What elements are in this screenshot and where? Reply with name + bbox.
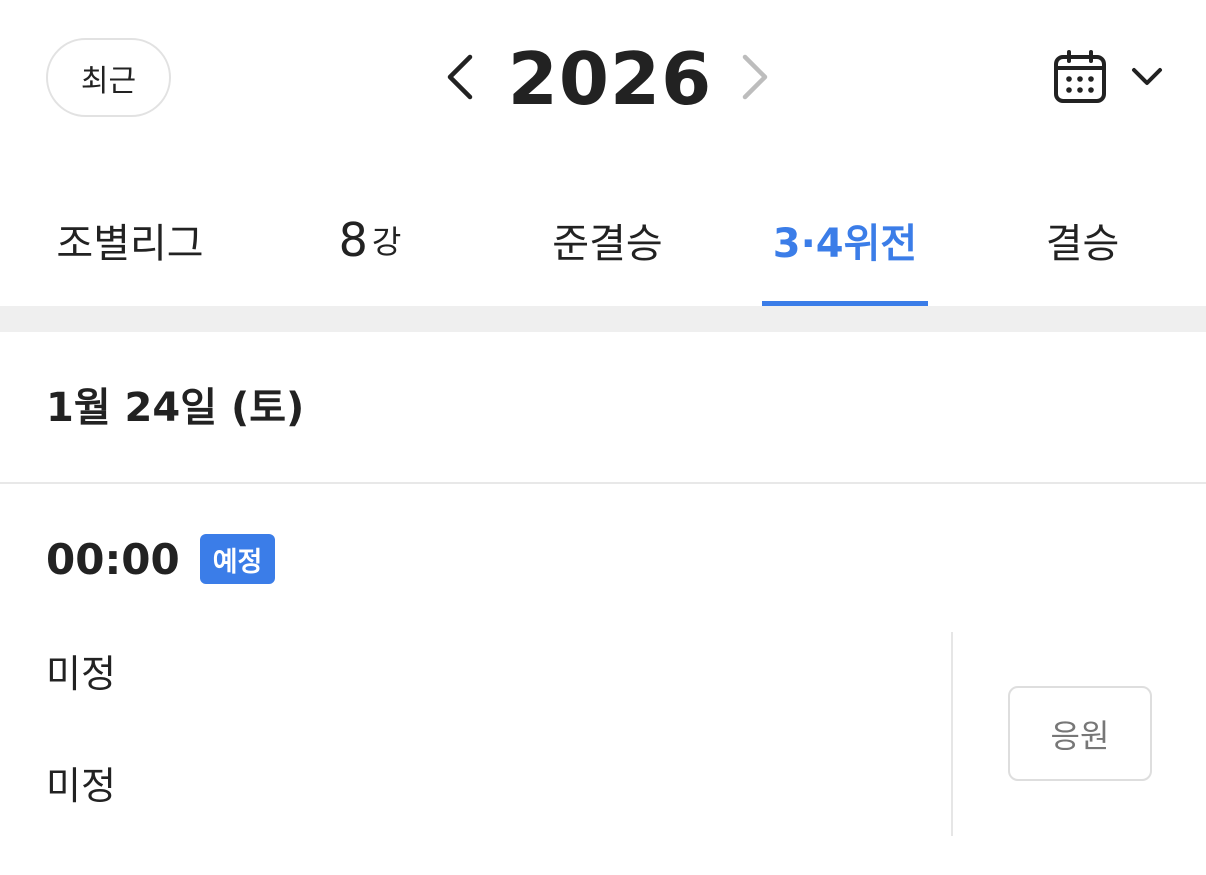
- date-divider: [0, 482, 1206, 484]
- tab-label: 3·4위전: [772, 221, 918, 267]
- app-root: 최근 2026 조별리그 8 강 준결승 3·4위전 결승 1월 24일 (토)…: [0, 0, 1206, 875]
- match-time: 00:00: [46, 534, 180, 584]
- round-tabs: 조별리그 8강 준결승 3·4위전 결승: [0, 180, 1206, 308]
- year-navigator: 2026: [430, 30, 790, 125]
- tab-label-suffix: 강: [371, 223, 402, 261]
- header: 최근 2026: [0, 0, 1206, 155]
- chevron-left-icon: [447, 54, 473, 100]
- cheer-button[interactable]: 응원: [1008, 686, 1152, 781]
- recent-button[interactable]: 최근: [46, 38, 171, 117]
- status-badge: 예정: [199, 534, 276, 584]
- date-header: 1월 24일 (토): [46, 385, 305, 431]
- recent-label: 최근: [80, 63, 137, 99]
- team-home: 미정: [46, 652, 116, 696]
- tab-final[interactable]: 결승: [1025, 180, 1140, 300]
- chevron-down-icon: [1132, 68, 1162, 85]
- calendar-icon: [1054, 50, 1106, 103]
- year-title: 2026: [507, 37, 713, 121]
- prev-year-button[interactable]: [435, 52, 485, 102]
- match-card-divider: [951, 632, 953, 836]
- team-away: 미정: [46, 764, 116, 808]
- cheer-label: 응원: [1050, 716, 1110, 755]
- tab-label: 8: [338, 213, 368, 267]
- calendar-picker-button[interactable]: [1052, 46, 1164, 108]
- section-divider: [0, 306, 1206, 332]
- tab-round-of-8[interactable]: 8강: [300, 180, 440, 300]
- tab-label: 조별리그: [56, 221, 204, 267]
- chevron-right-icon: [742, 54, 768, 100]
- tab-label: 결승: [1045, 221, 1120, 267]
- tab-semifinal[interactable]: 준결승: [530, 180, 685, 300]
- tab-third-place[interactable]: 3·4위전: [762, 180, 928, 300]
- next-year-button[interactable]: [730, 52, 780, 102]
- tab-label: 준결승: [552, 221, 663, 267]
- match-time-row: 00:00 예정: [46, 530, 276, 588]
- tab-group-league[interactable]: 조별리그: [40, 180, 220, 300]
